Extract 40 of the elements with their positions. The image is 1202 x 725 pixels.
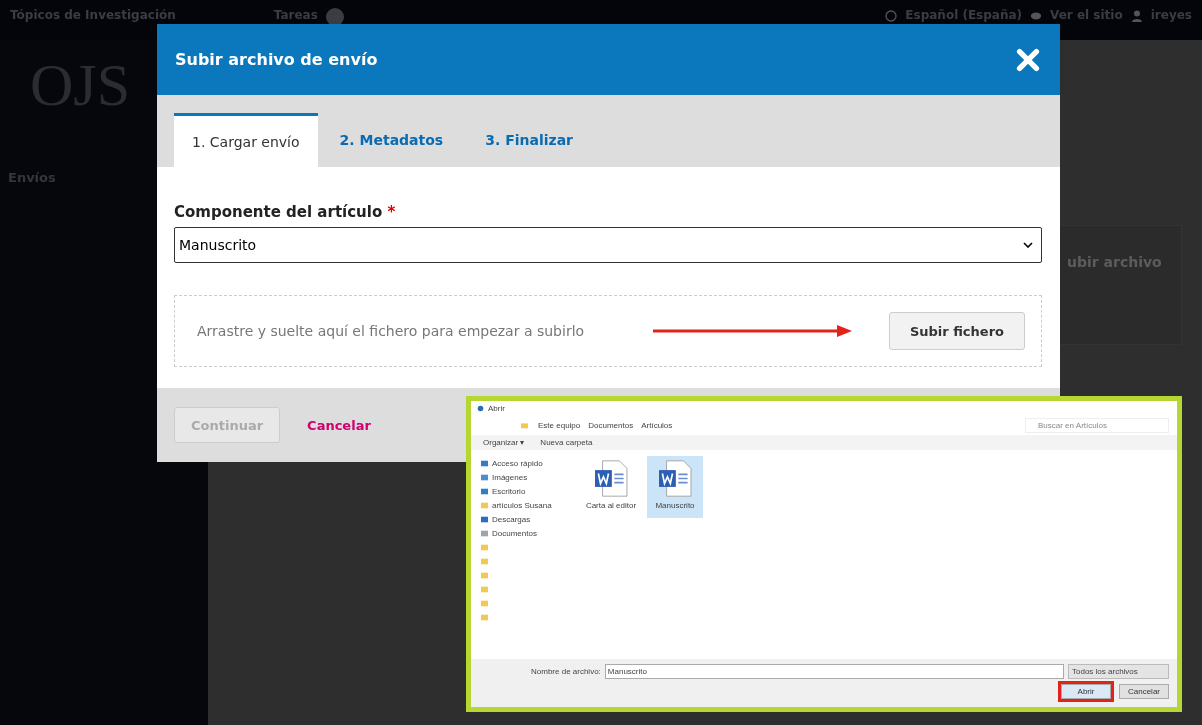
folder-icon bbox=[481, 502, 488, 509]
folder-icon bbox=[521, 421, 528, 429]
breadcrumb-item[interactable]: Artículos bbox=[641, 420, 673, 430]
breadcrumb-item[interactable]: Documentos bbox=[588, 420, 634, 430]
field-label: Componente del artículo * bbox=[174, 203, 397, 221]
drop-zone[interactable]: Arrastre y suelte aquí el fichero para empezar a subirlo Subir fichero bbox=[174, 295, 1042, 367]
nav-item[interactable]: Acceso rápido bbox=[492, 459, 543, 468]
user-icon bbox=[1130, 10, 1143, 22]
nav-item[interactable]: artículos Susana bbox=[492, 501, 552, 510]
step-tab[interactable]: 1. Cargar envío bbox=[174, 113, 318, 167]
file-item[interactable]: Carta al editor bbox=[583, 456, 639, 518]
arrow-icon bbox=[652, 324, 853, 338]
toolbar-button[interactable]: Organizar ▾ bbox=[483, 438, 525, 447]
nav-item[interactable]: Documentos bbox=[492, 529, 537, 538]
filename-label: Nombre de archivo: bbox=[531, 667, 601, 676]
step-tab[interactable]: 2. Metadatos bbox=[339, 113, 466, 167]
file-item[interactable]: Manuscrito bbox=[647, 456, 703, 518]
footer-button[interactable]: Cancelar bbox=[290, 407, 388, 443]
globe-icon bbox=[885, 10, 898, 22]
nav-item[interactable]: Descargas bbox=[492, 515, 531, 524]
toolbar-button[interactable]: Nueva carpeta bbox=[540, 438, 593, 447]
upload-button[interactable]: Subir fichero bbox=[888, 312, 1025, 350]
search-field[interactable]: Buscar en Artículos bbox=[1025, 417, 1169, 433]
chevron-down-icon bbox=[1023, 242, 1033, 248]
cancel-button[interactable]: Cancelar bbox=[1119, 684, 1169, 699]
file-type-select[interactable]: Todos los archivos bbox=[1068, 664, 1169, 679]
close-icon[interactable] bbox=[1016, 47, 1040, 72]
dialog-title: Subir archivo de envío bbox=[175, 50, 378, 69]
drop-zone-hint: Arrastre y suelte aquí el fichero para empezar a subirlo bbox=[197, 323, 585, 339]
word-document-icon bbox=[658, 460, 692, 497]
component-select[interactable]: Manuscrito bbox=[174, 227, 1042, 263]
dialog-title: Abrir bbox=[488, 403, 505, 413]
filename-field[interactable]: Manuscrito bbox=[604, 664, 1064, 679]
breadcrumb-item[interactable]: Este equipo bbox=[538, 420, 581, 430]
step-tab[interactable]: 3. Finalizar bbox=[485, 113, 595, 167]
word-document-icon bbox=[594, 460, 628, 497]
nav-item[interactable]: Imágenes bbox=[492, 473, 528, 482]
open-button[interactable]: Abrir bbox=[1061, 684, 1111, 699]
nav-item[interactable]: Escritorio bbox=[492, 487, 526, 496]
address-bar[interactable]: Este equipo Documentos Artículos bbox=[534, 419, 1019, 431]
